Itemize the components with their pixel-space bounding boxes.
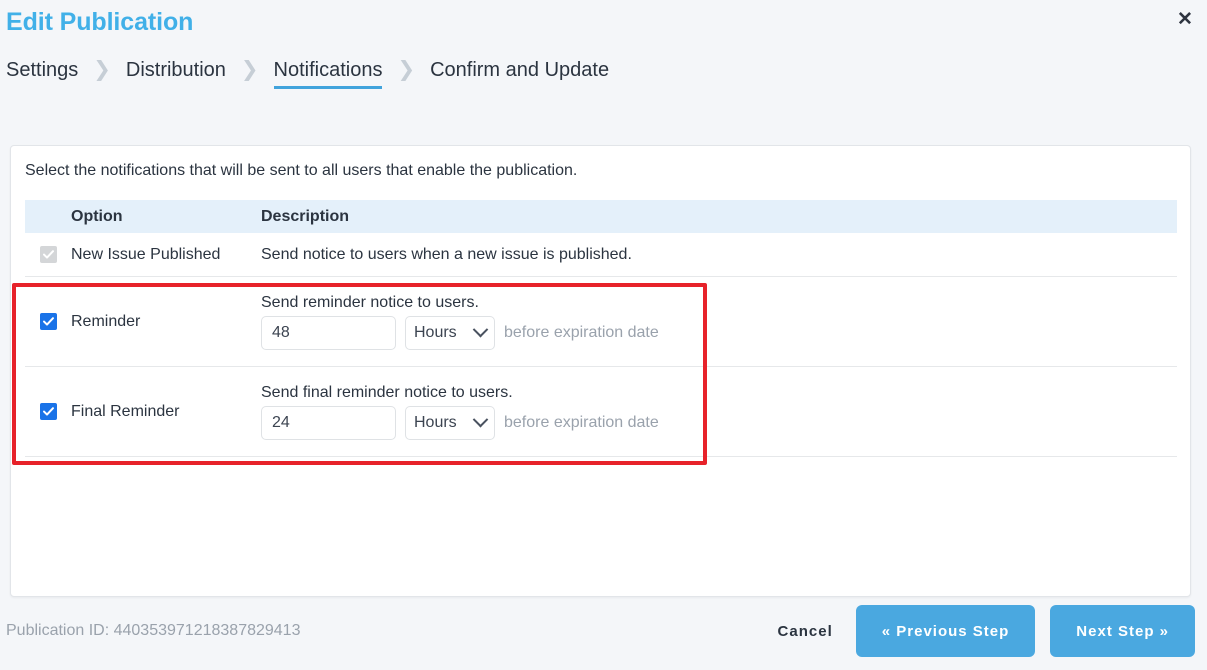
reminder-amount-input[interactable] [261,315,396,350]
final-reminder-controls: Hours before expiration date [261,405,1177,440]
notifications-table: Option Description New Issue Published S… [25,200,1177,457]
step-confirm-and-update[interactable]: Confirm and Update [430,59,609,89]
table-row: New Issue Published Send notice to users… [25,233,1177,277]
row-description: Send notice to users when a new issue is… [261,245,632,263]
header-option: Option [71,207,123,225]
step-settings[interactable]: Settings [6,59,78,89]
checkbox-final-reminder[interactable] [39,403,57,420]
row-description-cell: Send final reminder notice to users. Hou… [261,384,1177,440]
intro-text: Select the notifications that will be se… [25,162,578,179]
row-checkbox-cell [25,403,71,420]
previous-step-button[interactable]: « Previous Step [855,605,1036,657]
final-reminder-suffix-label: before expiration date [504,413,659,431]
step-breadcrumb: Settings ❯ Distribution ❯ Notifications … [6,57,609,89]
chevron-down-icon [472,411,489,428]
final-reminder-unit-value: Hours [414,413,457,431]
next-step-button[interactable]: Next Step » [1050,605,1195,657]
checkbox-reminder[interactable] [39,313,57,330]
chevron-down-icon [472,321,489,338]
final-reminder-unit-select[interactable]: Hours [405,405,495,440]
chevron-right-icon: ❯ [240,58,259,81]
check-icon [42,407,54,416]
table-header-row: Option Description [25,200,1177,233]
reminder-controls: Hours before expiration date [261,315,1177,350]
row-option-label: Reminder [71,312,141,330]
page-title: Edit Publication [6,8,194,36]
cancel-button[interactable]: Cancel [770,623,841,640]
chevron-right-icon: ❯ [93,58,111,81]
reminder-suffix-label: before expiration date [504,323,659,341]
chevron-right-icon: ❯ [397,58,416,81]
check-icon [42,250,54,259]
table-row: Reminder Send reminder notice to users. … [25,277,1177,367]
header-description: Description [261,207,350,225]
publication-id-label: Publication ID: 440353971218387829413 [6,622,301,639]
table-row: Final Reminder Send final reminder notic… [25,367,1177,457]
row-checkbox-cell [25,246,71,263]
footer-actions: Cancel « Previous Step Next Step » [770,605,1195,657]
step-distribution[interactable]: Distribution [126,59,226,89]
final-reminder-amount-input[interactable] [261,405,396,440]
reminder-unit-value: Hours [414,323,457,341]
row-description-cell: Send reminder notice to users. Hours bef… [261,294,1177,350]
row-option-label: Final Reminder [71,402,180,420]
row-description: Send final reminder notice to users. [261,383,513,401]
row-description: Send reminder notice to users. [261,293,479,311]
row-option-label: New Issue Published [71,245,221,263]
reminder-unit-select[interactable]: Hours [405,315,495,350]
notifications-card: Select the notifications that will be se… [10,145,1191,597]
checkbox-new-issue-published [39,246,57,263]
edit-publication-dialog: Edit Publication ✕ Settings ❯ Distributi… [0,0,1207,670]
row-checkbox-cell [25,313,71,330]
close-icon[interactable]: ✕ [1171,5,1199,33]
check-icon [42,317,54,326]
step-notifications[interactable]: Notifications [273,59,382,89]
